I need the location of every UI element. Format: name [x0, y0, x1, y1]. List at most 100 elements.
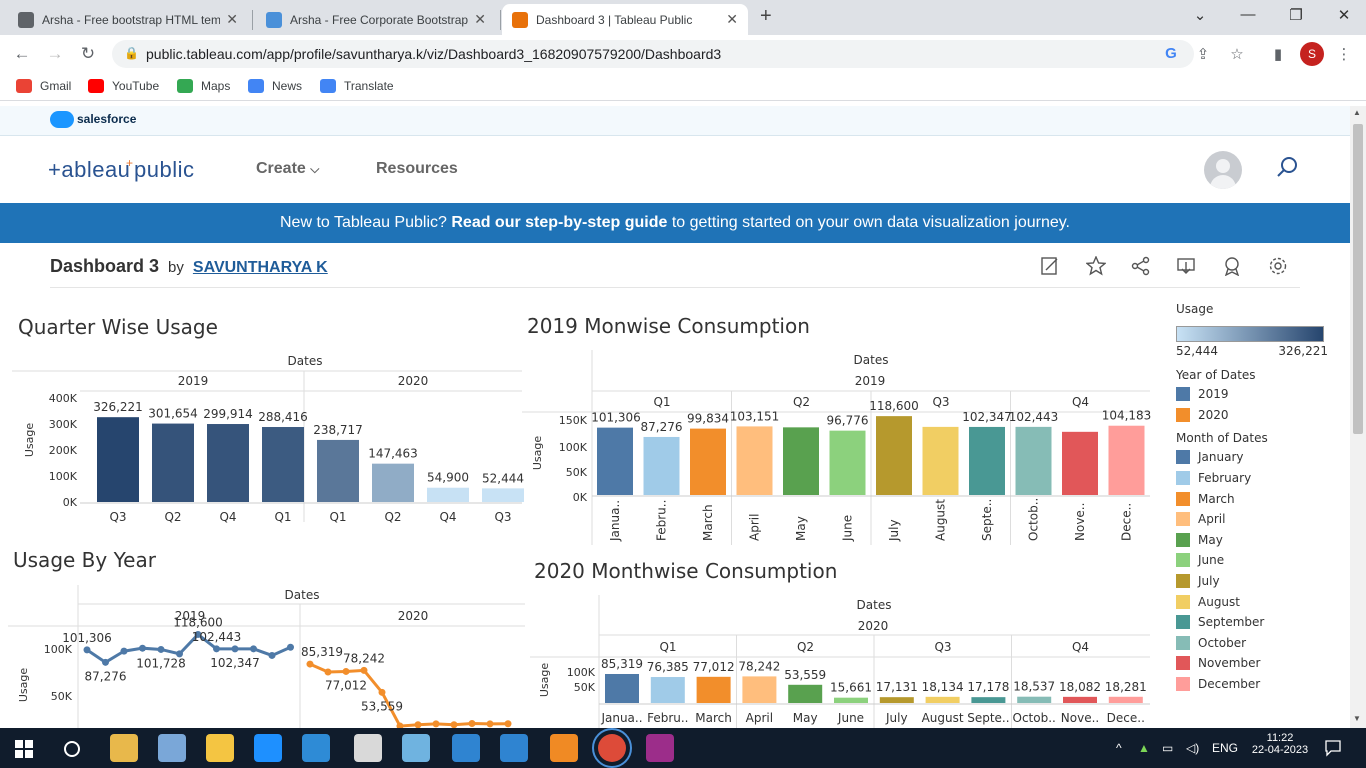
- month-bar[interactable]: [1062, 431, 1098, 495]
- back-icon[interactable]: ←: [12, 44, 32, 64]
- line-point[interactable]: [468, 720, 476, 728]
- quarter-bar[interactable]: [482, 488, 524, 502]
- tab-search-icon[interactable]: ⌄: [1190, 6, 1210, 24]
- file-explorer-icon[interactable]: [110, 734, 138, 762]
- paint-icon[interactable]: [158, 734, 186, 762]
- nav-create[interactable]: Create ⌵: [256, 160, 319, 178]
- line-point[interactable]: [231, 645, 239, 653]
- month-bar[interactable]: [605, 673, 639, 703]
- year-legend-item[interactable]: 2020: [1176, 405, 1328, 426]
- month-bar[interactable]: [643, 436, 680, 495]
- month-bar[interactable]: [696, 676, 731, 703]
- month-bar[interactable]: [879, 697, 914, 703]
- tray-app-icon[interactable]: ▲: [1138, 741, 1150, 755]
- line-point[interactable]: [360, 666, 368, 674]
- month-bar[interactable]: [829, 430, 866, 495]
- user-avatar[interactable]: [1204, 151, 1242, 189]
- edit-viz-icon[interactable]: [1040, 256, 1060, 276]
- line-point[interactable]: [120, 647, 128, 655]
- browser-tab[interactable]: Arsha - Free Corporate Bootstrap ✕: [256, 4, 496, 35]
- bookmark-translate[interactable]: Translate: [320, 79, 394, 93]
- google-icon[interactable]: G: [1161, 45, 1181, 62]
- chrome-icon[interactable]: [592, 728, 632, 768]
- forward-icon[interactable]: →: [45, 44, 65, 64]
- windows-start-icon[interactable]: [15, 740, 33, 758]
- browser-tab[interactable]: Arsha - Free bootstrap HTML tem ✕: [8, 4, 248, 35]
- month-legend-item[interactable]: June: [1176, 550, 1328, 571]
- browser-tab[interactable]: Dashboard 3 | Tableau Public ✕: [502, 4, 748, 35]
- month-bar[interactable]: [788, 684, 823, 703]
- calendar-icon[interactable]: [500, 734, 528, 762]
- month-legend-item[interactable]: November: [1176, 653, 1328, 674]
- tab-close-icon[interactable]: ✕: [474, 11, 486, 28]
- year-legend-item[interactable]: 2019: [1176, 384, 1328, 405]
- bookmark-youtube[interactable]: YouTube: [88, 79, 159, 93]
- mail-icon[interactable]: [452, 734, 480, 762]
- tab-close-icon[interactable]: ✕: [726, 11, 738, 28]
- month-bar[interactable]: [969, 426, 1005, 495]
- share-icon[interactable]: ⇪: [1193, 45, 1213, 63]
- winrar-icon[interactable]: [646, 734, 674, 762]
- notepad-icon[interactable]: [402, 734, 430, 762]
- month-bar[interactable]: [925, 696, 960, 703]
- clock[interactable]: 11:22 22-04-2023: [1250, 732, 1310, 756]
- tab-close-icon[interactable]: ✕: [226, 11, 238, 28]
- month-bar[interactable]: [783, 427, 819, 495]
- profile-avatar[interactable]: S: [1300, 42, 1324, 66]
- tray-chevron-icon[interactable]: ^: [1116, 741, 1122, 755]
- bookmark-news[interactable]: News: [248, 79, 302, 93]
- month-bar[interactable]: [1108, 425, 1145, 495]
- media-player-icon[interactable]: [354, 734, 382, 762]
- month-bar[interactable]: [1108, 696, 1143, 703]
- search-icon[interactable]: [1276, 156, 1298, 178]
- salesforce-logo-text[interactable]: salesforce: [77, 112, 136, 126]
- notification-icon[interactable]: [1324, 739, 1342, 757]
- scroll-up-icon[interactable]: ▲: [1353, 108, 1361, 117]
- award-icon[interactable]: [1222, 256, 1242, 276]
- line-point[interactable]: [287, 643, 294, 651]
- nav-resources[interactable]: Resources: [376, 160, 458, 178]
- month-bar[interactable]: [922, 426, 959, 495]
- month-bar[interactable]: [1063, 696, 1097, 703]
- bookmark-star-icon[interactable]: ☆: [1227, 45, 1247, 63]
- scroll-down-icon[interactable]: ▼: [1353, 714, 1361, 723]
- line-point[interactable]: [450, 721, 458, 728]
- line-point[interactable]: [157, 645, 165, 653]
- month-bar[interactable]: [650, 677, 685, 703]
- month-bar[interactable]: [597, 427, 633, 495]
- month-bar[interactable]: [736, 426, 773, 495]
- share-viz-icon[interactable]: [1131, 256, 1151, 276]
- scrollbar-thumb[interactable]: [1353, 124, 1363, 434]
- month-legend-item[interactable]: September: [1176, 612, 1328, 633]
- line-point[interactable]: [213, 645, 220, 653]
- month-legend-item[interactable]: January: [1176, 447, 1328, 468]
- volume-icon[interactable]: ◁): [1186, 741, 1199, 755]
- line-point[interactable]: [504, 720, 512, 728]
- month-legend-item[interactable]: May: [1176, 530, 1328, 551]
- line-point[interactable]: [342, 667, 350, 675]
- minimize-icon[interactable]: —: [1238, 6, 1258, 23]
- quarter-bar[interactable]: [427, 487, 469, 502]
- quarter-bar[interactable]: [262, 427, 304, 502]
- download-icon[interactable]: [1176, 256, 1196, 276]
- search-circle-icon[interactable]: [62, 739, 82, 759]
- month-bar[interactable]: [834, 697, 868, 703]
- tableau-public-logo[interactable]: +ableau + public: [48, 155, 208, 191]
- banner-guide-link[interactable]: Read our step-by-step guide: [451, 214, 667, 231]
- quarter-bar[interactable]: [372, 463, 414, 502]
- network-icon[interactable]: ▭: [1162, 741, 1173, 755]
- month-bar[interactable]: [1015, 426, 1052, 495]
- close-window-icon[interactable]: ✕: [1334, 6, 1354, 24]
- month-legend-item[interactable]: April: [1176, 509, 1328, 530]
- month-bar[interactable]: [1017, 696, 1052, 703]
- author-link[interactable]: SAVUNTHARYA K: [193, 259, 328, 276]
- month-bar[interactable]: [971, 697, 1006, 703]
- side-panel-icon[interactable]: ▮: [1268, 45, 1288, 63]
- settings-gear-icon[interactable]: [1268, 256, 1288, 276]
- month-legend-item[interactable]: December: [1176, 674, 1328, 695]
- folder-icon[interactable]: [206, 734, 234, 762]
- new-tab-button[interactable]: +: [760, 5, 772, 28]
- month-legend-item[interactable]: October: [1176, 633, 1328, 654]
- maximize-icon[interactable]: ❐: [1286, 6, 1306, 24]
- month-bar[interactable]: [742, 676, 777, 703]
